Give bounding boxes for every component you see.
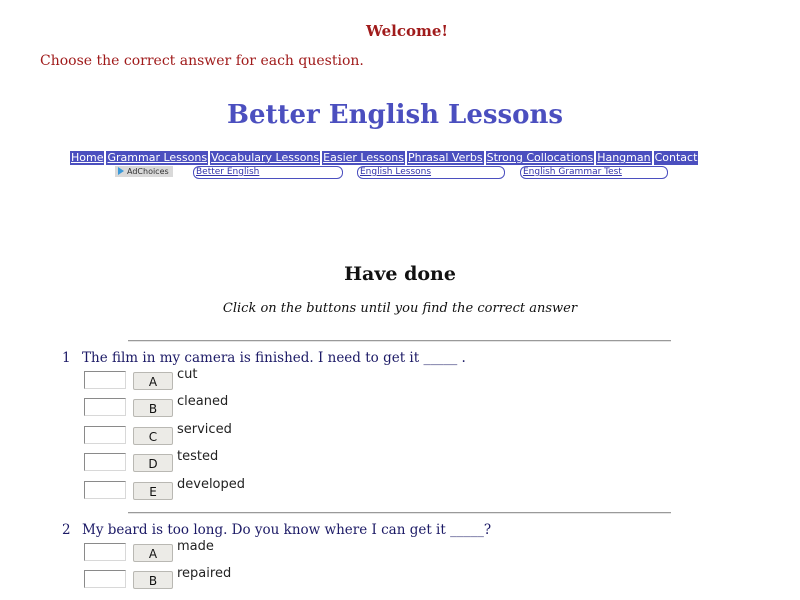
answer-feedback-field[interactable]	[84, 543, 126, 561]
exercise-title: Have done	[344, 263, 456, 285]
answer-feedback-field[interactable]	[84, 426, 126, 444]
question-prompt: My beard is too long. Do you know where …	[82, 522, 492, 538]
answer-label: serviced	[177, 422, 232, 437]
answer-feedback-field[interactable]	[84, 570, 126, 588]
question-text: 1 The film in my camera is finished. I ne…	[62, 350, 466, 366]
answer-label: developed	[177, 477, 246, 492]
ad-link-better-english[interactable]: Better English	[193, 166, 343, 179]
answer-feedback-field[interactable]	[84, 398, 126, 416]
site-title: Better English Lessons	[226, 100, 564, 130]
answer-button-d[interactable]: D	[133, 454, 173, 472]
answer-feedback-field[interactable]	[84, 371, 126, 389]
divider	[128, 512, 671, 514]
nav-bar: Home Grammar Lessons Vocabulary Lessons …	[70, 151, 699, 165]
question-prompt: The film in my camera is finished. I nee…	[82, 350, 466, 366]
question-number: 1	[62, 350, 71, 366]
divider	[128, 340, 671, 342]
ad-link-english-lessons[interactable]: English Lessons	[357, 166, 505, 179]
play-triangle-icon	[118, 167, 124, 175]
nav-hangman[interactable]: Hangman	[596, 151, 652, 165]
answer-feedback-field[interactable]	[84, 453, 126, 471]
question-text: 2 My beard is too long. Do you know where…	[62, 522, 491, 538]
adchoices-label: AdChoices	[127, 167, 169, 176]
nav-strong-collocations[interactable]: Strong Collocations	[485, 151, 595, 165]
answer-button-a[interactable]: A	[133, 372, 173, 390]
ad-link-english-grammar-test[interactable]: English Grammar Test	[520, 166, 668, 179]
instruction-text: Choose the correct answer for each quest…	[40, 53, 364, 69]
answer-label: cut	[177, 367, 198, 382]
nav-vocabulary-lessons[interactable]: Vocabulary Lessons	[210, 151, 321, 165]
exercise-subtitle: Click on the buttons until you find the …	[222, 301, 578, 316]
welcome-heading: Welcome!	[365, 22, 448, 40]
nav-grammar-lessons[interactable]: Grammar Lessons	[106, 151, 209, 165]
answer-button-b[interactable]: B	[133, 571, 173, 589]
nav-contact[interactable]: Contact	[653, 151, 699, 165]
nav-home[interactable]: Home	[70, 151, 105, 165]
answer-button-a[interactable]: A	[133, 544, 173, 562]
answer-button-c[interactable]: C	[133, 427, 173, 445]
answer-button-e[interactable]: E	[133, 482, 173, 500]
answer-feedback-field[interactable]	[84, 481, 126, 499]
answer-label: cleaned	[177, 394, 229, 409]
question-number: 2	[62, 522, 71, 538]
adchoices-badge[interactable]: AdChoices	[115, 166, 173, 177]
answer-label: made	[177, 539, 214, 554]
nav-phrasal-verbs[interactable]: Phrasal Verbs	[407, 151, 484, 165]
nav-easier-lessons[interactable]: Easier Lessons	[322, 151, 406, 165]
answer-label: repaired	[177, 566, 232, 581]
answer-label: tested	[177, 449, 219, 464]
answer-button-b[interactable]: B	[133, 399, 173, 417]
